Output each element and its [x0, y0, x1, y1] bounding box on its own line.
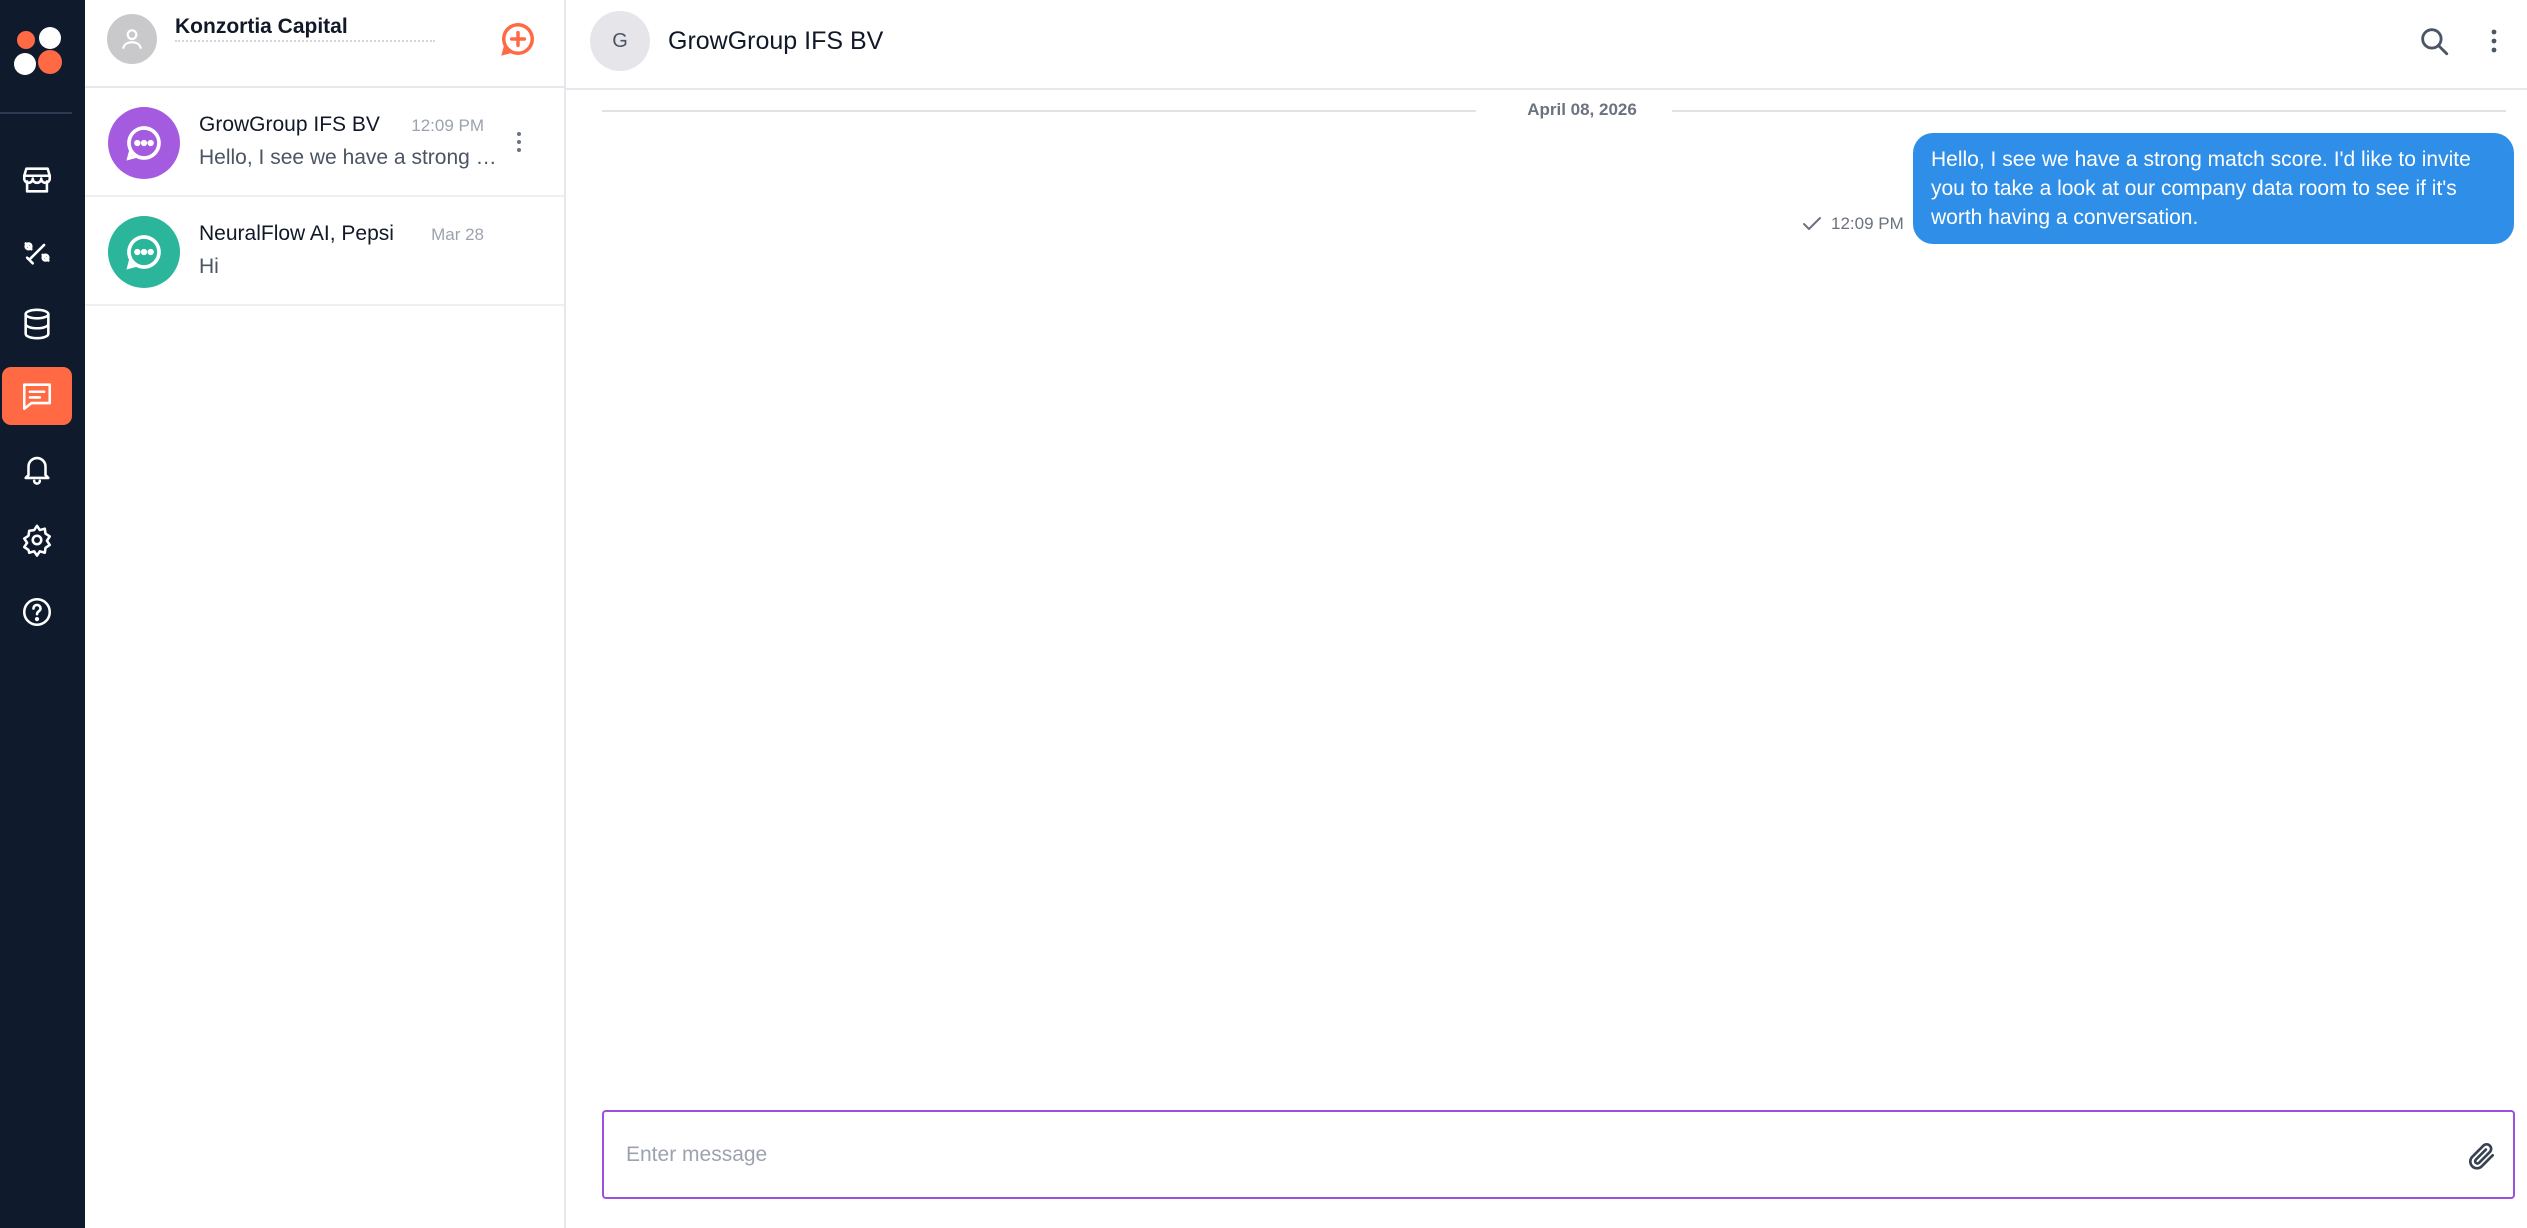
- user-icon: [122, 29, 142, 49]
- conversation-name: NeuralFlow AI, Pepsi: [199, 222, 394, 245]
- rail-item-notifications[interactable]: [2, 439, 72, 497]
- message-meta: 12:09 PM: [1801, 214, 1904, 234]
- conversation-item[interactable]: GrowGroup IFS BV 12:09 PM Hello, I see w…: [85, 88, 564, 197]
- conversation-name: GrowGroup IFS BV: [199, 113, 380, 136]
- search-messages-button[interactable]: [2417, 24, 2451, 58]
- kebab-menu-icon: [2491, 29, 2497, 53]
- attach-file-button[interactable]: [2466, 1140, 2498, 1172]
- app-logo[interactable]: [12, 26, 68, 78]
- conversation-item[interactable]: NeuralFlow AI, Pepsi Mar 28 Hi: [85, 197, 564, 306]
- conversation-avatar: [108, 216, 180, 288]
- handshake-icon: [24, 242, 50, 265]
- database-icon: [24, 308, 50, 340]
- chat-bubble-icon: [126, 126, 161, 161]
- conversation-preview: Hi: [199, 255, 219, 278]
- chat-header: G GrowGroup IFS BV: [566, 0, 2527, 90]
- date-separator-line: [602, 110, 1476, 112]
- kebab-menu-icon: [517, 132, 521, 152]
- message-time: 12:09 PM: [1831, 214, 1904, 233]
- new-conversation-button[interactable]: [499, 20, 537, 58]
- help-icon: [22, 597, 52, 627]
- conversation-time: Mar 28: [431, 225, 484, 244]
- chat-options-button[interactable]: [2486, 24, 2502, 58]
- rail-item-messages[interactable]: [2, 367, 72, 425]
- message-composer: [602, 1110, 2515, 1199]
- conversation-avatar: [108, 107, 180, 179]
- rail-item-marketplace[interactable]: [2, 151, 72, 209]
- conversation-time: 12:09 PM: [411, 116, 484, 135]
- chat-panel: G GrowGroup IFS BV April 08, 2026 Hello,…: [566, 0, 2527, 1228]
- storefront-icon: [22, 167, 52, 193]
- check-icon: [1803, 217, 1821, 230]
- rail-item-data[interactable]: [2, 295, 72, 353]
- rail-item-settings[interactable]: [2, 511, 72, 569]
- rail-divider: [0, 112, 72, 114]
- date-separator-line: [1672, 110, 2506, 112]
- account-subtitle-placeholder: [175, 40, 435, 44]
- conversation-list-panel: Konzortia Capital GrowGroup IFS BV 12:09…: [85, 0, 566, 1228]
- gear-icon: [22, 524, 52, 557]
- message-input[interactable]: [626, 1138, 2426, 1172]
- add-chat-icon: [501, 23, 534, 56]
- search-icon: [2421, 28, 2449, 56]
- paperclip-icon: [2469, 1143, 2494, 1170]
- outgoing-message: Hello, I see we have a strong match scor…: [1913, 133, 2514, 244]
- conversation-options-button[interactable]: [509, 128, 529, 156]
- conversation-preview: Hello, I see we have a strong match scor…: [199, 146, 499, 169]
- account-avatar[interactable]: [107, 14, 157, 64]
- chat-bubble-icon: [126, 235, 161, 270]
- rail-item-help[interactable]: [2, 583, 72, 641]
- chat-icon: [22, 383, 52, 411]
- rail-item-deals[interactable]: [2, 223, 72, 281]
- date-separator-label: April 08, 2026: [1527, 100, 1637, 119]
- chat-title: GrowGroup IFS BV: [668, 27, 884, 55]
- bell-icon: [24, 456, 50, 485]
- date-separator: April 08, 2026: [602, 100, 2506, 122]
- account-header: Konzortia Capital: [85, 0, 564, 88]
- account-name: Konzortia Capital: [175, 15, 348, 38]
- nav-rail: [0, 0, 85, 1228]
- chat-avatar[interactable]: G: [590, 11, 650, 71]
